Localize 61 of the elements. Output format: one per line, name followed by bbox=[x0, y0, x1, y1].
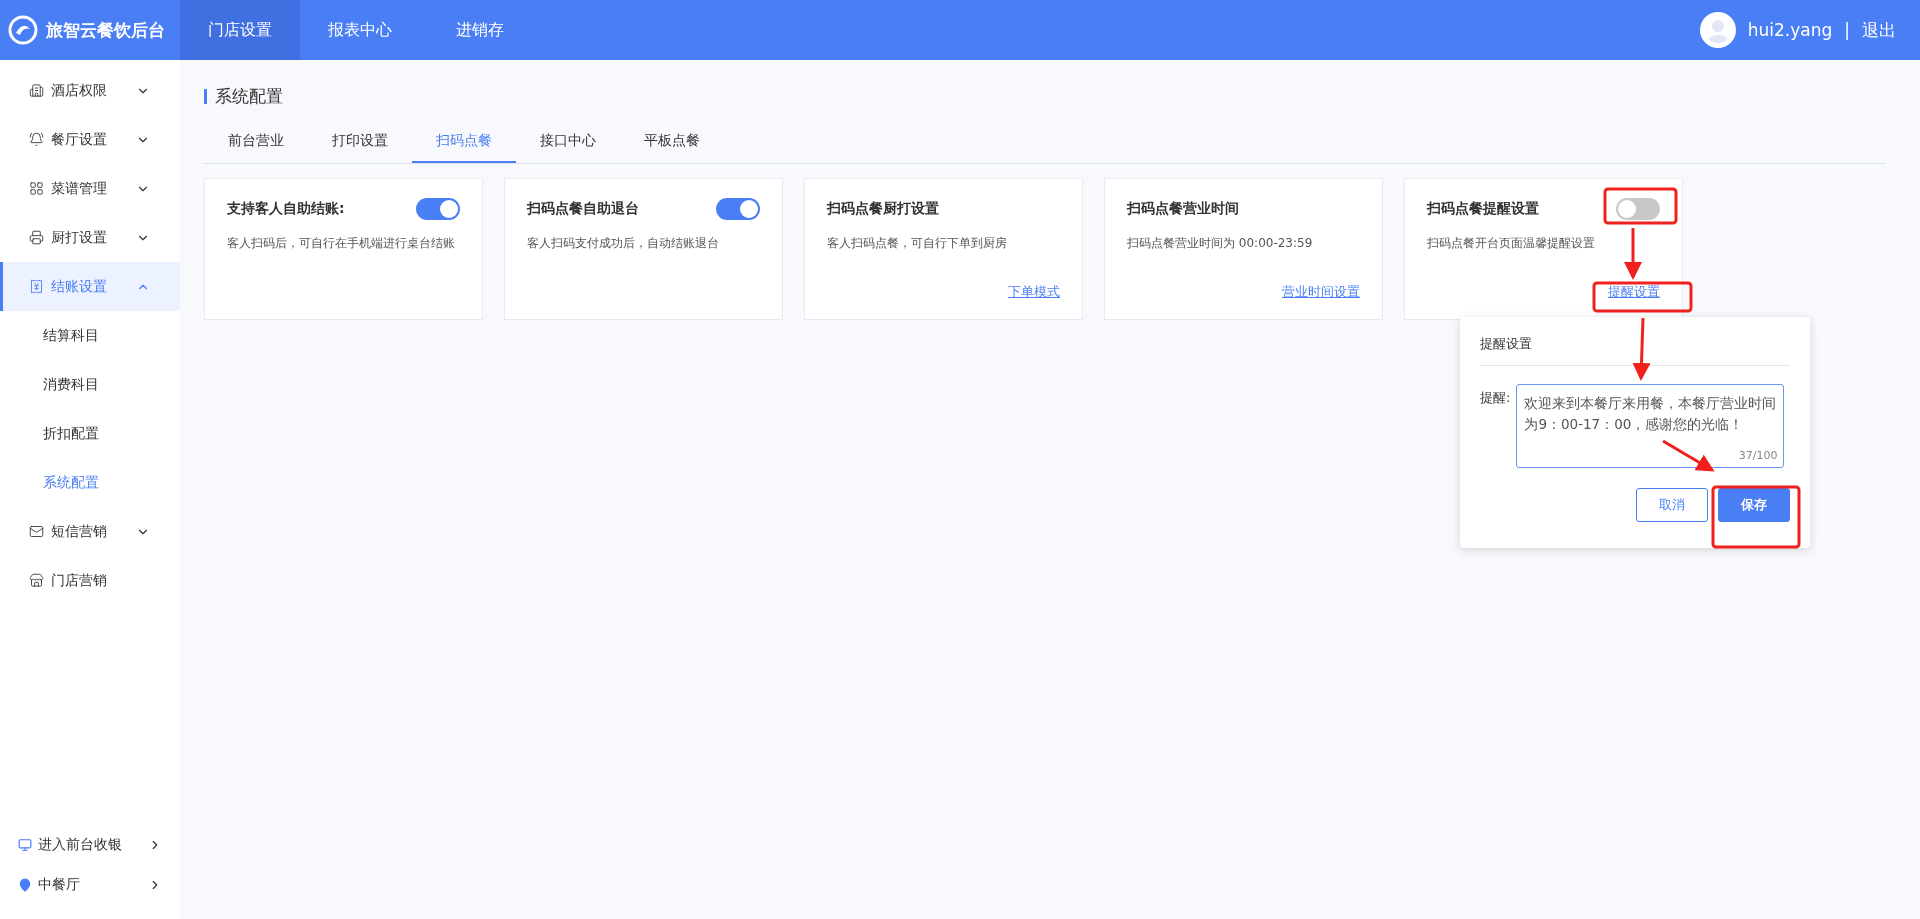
sidebar-subitem[interactable]: 结算科目 bbox=[0, 311, 180, 360]
tab[interactable]: 扫码点餐 bbox=[412, 132, 516, 163]
sidebar-item[interactable]: 酒店权限 bbox=[0, 66, 180, 115]
separator: | bbox=[1844, 20, 1850, 40]
tab[interactable]: 接口中心 bbox=[516, 132, 620, 163]
cancel-button[interactable]: 取消 bbox=[1636, 488, 1708, 522]
sidebar-item[interactable]: 短信营销 bbox=[0, 507, 180, 556]
card-link[interactable]: 下单模式 bbox=[1008, 283, 1060, 301]
menu-icon bbox=[29, 83, 44, 98]
annotation-arrow bbox=[1624, 228, 1642, 280]
textarea-field[interactable]: 欢迎来到本餐厅来用餐，本餐厅营业时间为9：00-17：00，感谢您的光临！ 37/100 bbox=[1516, 384, 1785, 468]
username: hui2.yang bbox=[1747, 20, 1833, 40]
toggle-switch[interactable] bbox=[716, 198, 760, 220]
menu-icon bbox=[29, 132, 44, 147]
nav-tab[interactable]: 报表中心 bbox=[300, 0, 420, 60]
menu-icon bbox=[29, 279, 44, 294]
card-title: 扫码点餐营业时间 bbox=[1127, 200, 1239, 218]
logo-text: 旅智云餐饮后台 bbox=[46, 18, 165, 42]
card-link[interactable]: 提醒设置 bbox=[1608, 283, 1660, 301]
logout-link[interactable]: 退出 bbox=[1862, 18, 1896, 42]
menu-icon bbox=[29, 181, 44, 196]
tab[interactable]: 前台营业 bbox=[204, 132, 308, 163]
annotation-arrow bbox=[1632, 317, 1651, 381]
tab[interactable]: 打印设置 bbox=[308, 132, 412, 163]
card-title: 扫码点餐提醒设置 bbox=[1427, 200, 1539, 218]
sidebar-footer-item[interactable]: 中餐厅 bbox=[0, 865, 180, 905]
monitor-icon bbox=[18, 838, 32, 852]
card-description: 扫码点餐开台页面温馨提醒设置 bbox=[1427, 235, 1596, 252]
sidebar-item[interactable]: 餐厅设置 bbox=[0, 115, 180, 164]
toggle-switch[interactable] bbox=[416, 198, 460, 220]
sidebar-footer-item[interactable]: 进入前台收银 bbox=[0, 825, 180, 865]
page-title: 系统配置 bbox=[204, 89, 1896, 104]
toggle-switch[interactable] bbox=[1616, 198, 1660, 220]
card-description: 扫码点餐营业时间为 00:00-23:59 bbox=[1127, 235, 1314, 252]
card-title: 扫码点餐厨打设置 bbox=[827, 200, 939, 218]
menu-icon bbox=[29, 230, 44, 245]
avatar-icon bbox=[1699, 12, 1736, 48]
sidebar-item[interactable]: 厨打设置 bbox=[0, 213, 180, 262]
card-description: 客人扫码点餐，可自行下单到厨房 bbox=[827, 235, 1008, 252]
sidebar-subitem[interactable]: 折扣配置 bbox=[0, 409, 180, 458]
menu-icon bbox=[29, 524, 44, 539]
annotation-arrow bbox=[1662, 439, 1715, 472]
pin-icon bbox=[18, 878, 32, 892]
card-description: 客人扫码后，可自行在手机端进行桌台结账 bbox=[227, 235, 456, 252]
card-link[interactable]: 营业时间设置 bbox=[1282, 283, 1360, 301]
card-title: 支持客人自助结账: bbox=[227, 200, 345, 218]
sidebar-subitem[interactable]: 系统配置 bbox=[0, 458, 180, 507]
nav-tab[interactable]: 门店设置 bbox=[180, 0, 300, 60]
sidebar-item[interactable]: 菜谱管理 bbox=[0, 164, 180, 213]
logo-icon bbox=[8, 15, 38, 45]
popover-title: 提醒设置 bbox=[1480, 317, 1790, 366]
char-counter: 37/100 bbox=[1738, 448, 1778, 464]
sidebar-subitem[interactable]: 消费科目 bbox=[0, 360, 180, 409]
save-button[interactable]: 保存 bbox=[1718, 488, 1790, 522]
field-label: 提醒: bbox=[1480, 389, 1511, 407]
card-title: 扫码点餐自助退台 bbox=[527, 200, 639, 218]
nav-tab[interactable]: 进销存 bbox=[420, 0, 540, 60]
tab[interactable]: 平板点餐 bbox=[620, 132, 724, 163]
menu-icon bbox=[29, 573, 44, 588]
sidebar-item[interactable]: 门店营销 bbox=[0, 556, 180, 605]
card-description: 客人扫码支付成功后，自动结账退台 bbox=[527, 235, 720, 252]
